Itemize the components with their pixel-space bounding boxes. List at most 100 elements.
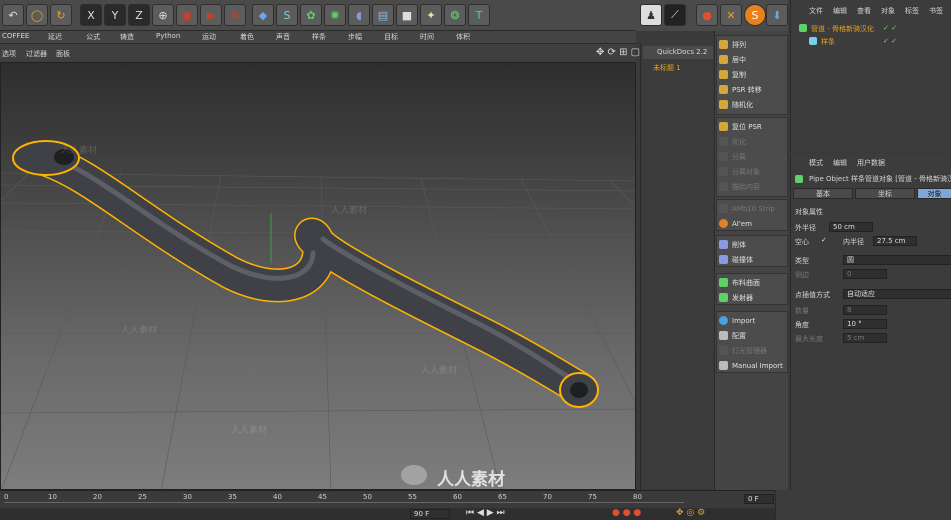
maxlen-field[interactable]: 5 cm: [843, 333, 887, 343]
spline-icon[interactable]: S: [276, 4, 298, 26]
plugin-button[interactable]: 居中: [719, 53, 789, 66]
menu-bookmarks[interactable]: 书签: [929, 6, 943, 16]
record-keys-icon[interactable]: ● ● ●: [612, 508, 641, 518]
menu-edit[interactable]: 编辑: [833, 6, 847, 16]
menu-shading[interactable]: 着色: [240, 32, 254, 42]
timeline-tick: 50: [363, 493, 372, 501]
plugin-button[interactable]: 分离对象: [719, 165, 789, 178]
menu-coffee[interactable]: COFFEE: [2, 32, 29, 40]
plugin-button[interactable]: 灯光管理器: [719, 344, 789, 357]
cube-icon[interactable]: ◆: [252, 4, 274, 26]
render-icon[interactable]: ▶: [200, 4, 222, 26]
manual-import-icon: [719, 361, 728, 370]
axis-y-button[interactable]: Y: [104, 4, 126, 26]
plugin-button[interactable]: 描绘内容: [719, 180, 789, 193]
tab-basic[interactable]: 基本: [793, 188, 853, 199]
render-view-icon[interactable]: ▣: [176, 4, 198, 26]
menu-object[interactable]: 对象: [881, 6, 895, 16]
frame-end-field[interactable]: 0 F: [744, 494, 774, 504]
pipe-object[interactable]: [25, 142, 595, 404]
plugin-button[interactable]: 复制: [719, 68, 789, 81]
avatar[interactable]: ♟: [640, 4, 662, 26]
keyframe-tools-icon[interactable]: ✥ ◎ ⚙: [676, 508, 705, 518]
subdivision-icon[interactable]: ✿: [300, 4, 322, 26]
angle-field[interactable]: 10 °: [843, 319, 887, 329]
menu-userdata[interactable]: 用户数据: [857, 158, 885, 168]
rotate-icon[interactable]: ↻: [50, 4, 72, 26]
count-field[interactable]: 8: [843, 305, 887, 315]
menu-sound[interactable]: 声音: [276, 32, 290, 42]
undo-icon[interactable]: ↶: [2, 4, 24, 26]
plugin-button[interactable]: Import: [719, 314, 789, 327]
layout-toolbar: ♟ ⟋ ● ✕ S ⬇: [636, 0, 788, 31]
visibility-check-icon[interactable]: ✓ ✓: [883, 24, 897, 32]
viewport-menu-options[interactable]: 选项: [2, 49, 16, 59]
plugin-button[interactable]: 随机化: [719, 98, 789, 111]
hollow-checkbox[interactable]: ✓: [821, 236, 827, 244]
plugin-button[interactable]: 布料曲面: [719, 276, 789, 289]
download-icon[interactable]: ⬇: [766, 4, 788, 26]
axis-z-button[interactable]: Z: [128, 4, 150, 26]
plugin-button[interactable]: 复位 PSR: [719, 120, 789, 133]
axis-x-button[interactable]: X: [80, 4, 102, 26]
render-settings-icon[interactable]: ⚙: [224, 4, 246, 26]
sketch-icon[interactable]: T: [468, 4, 490, 26]
deformer-icon[interactable]: ◖: [348, 4, 370, 26]
menu-cast[interactable]: 铸造: [120, 32, 134, 42]
menu-volume[interactable]: 体积: [456, 32, 470, 42]
plugin-button[interactable]: Manual Import: [719, 359, 789, 372]
type-dropdown[interactable]: 圆: [843, 255, 951, 265]
menu-tags[interactable]: 标签: [905, 6, 919, 16]
tab-coord[interactable]: 坐标: [855, 188, 915, 199]
visibility-check-icon[interactable]: ✓ ✓: [883, 37, 897, 45]
menu-time[interactable]: 时间: [420, 32, 434, 42]
plugin-button[interactable]: 削体: [719, 238, 789, 251]
gear-icon[interactable]: ❂: [444, 4, 466, 26]
plugin-button[interactable]: 配置: [719, 329, 789, 342]
plugin-button[interactable]: PSR 转移: [719, 83, 789, 96]
record-icon[interactable]: ●: [696, 4, 718, 26]
plugin-button[interactable]: 排列: [719, 38, 789, 51]
camera-icon[interactable]: ■: [396, 4, 418, 26]
timeline[interactable]: 0 10 20 25 30 35 40 45 50 55 60 65 70 75…: [0, 490, 775, 508]
plugin-button[interactable]: 优化: [719, 135, 789, 148]
menu-spline[interactable]: 样条: [312, 32, 326, 42]
array-icon[interactable]: ✺: [324, 4, 346, 26]
s-plugin-icon[interactable]: S: [744, 4, 766, 26]
menu-python[interactable]: Python: [156, 32, 180, 40]
cross-icon[interactable]: ✕: [720, 4, 742, 26]
sides-field[interactable]: 0: [843, 269, 887, 279]
menu-formula[interactable]: 公式: [86, 32, 100, 42]
frame-field[interactable]: 90 F: [410, 509, 450, 519]
viewport-menu-panel[interactable]: 面板: [56, 49, 70, 59]
menu-target[interactable]: 目标: [384, 32, 398, 42]
menu-delay[interactable]: 延迟: [48, 32, 62, 42]
plugin-button[interactable]: 碰撞体: [719, 253, 789, 266]
outer-radius-field[interactable]: 50 cm: [829, 222, 873, 232]
outer-radius-label: 外半径: [795, 224, 816, 232]
quickdocs-document[interactable]: 未标题 1: [653, 63, 681, 73]
viewport-nav-icons[interactable]: ✥ ⟳ ⊞ ▢: [596, 47, 640, 58]
live-select-icon[interactable]: ◯: [26, 4, 48, 26]
plugin-button[interactable]: 发射器: [719, 291, 789, 304]
list-item[interactable]: 管道 - 骨格新骑汉化: [795, 22, 895, 34]
interp-dropdown[interactable]: 自动适应: [843, 289, 951, 299]
plugin-button[interactable]: AI'em: [719, 217, 789, 230]
light-icon[interactable]: ✦: [420, 4, 442, 26]
menu-view[interactable]: 查看: [857, 6, 871, 16]
plugin-button[interactable]: 分离: [719, 150, 789, 163]
plugin-button[interactable]: AMb10 Strip: [719, 202, 789, 215]
menu-edit[interactable]: 编辑: [833, 158, 847, 168]
viewport-menu-filter[interactable]: 过滤器: [26, 49, 47, 59]
floor-icon[interactable]: ▤: [372, 4, 394, 26]
inner-radius-field[interactable]: 27.5 cm: [873, 236, 917, 246]
transport-controls-icon[interactable]: ⏮ ◀ ▶ ⏭: [466, 508, 505, 518]
menu-motion[interactable]: 运动: [202, 32, 216, 42]
menu-mode[interactable]: 模式: [809, 158, 823, 168]
coordinate-icon[interactable]: ⊕: [152, 4, 174, 26]
menu-file[interactable]: 文件: [809, 6, 823, 16]
viewport[interactable]: 人人素材 人人素材 人人素材 人人素材 人人素材 人人素材: [0, 62, 636, 490]
tab-object[interactable]: 对象: [917, 188, 951, 199]
brush-icon[interactable]: ⟋: [664, 4, 686, 26]
menu-stride[interactable]: 步幅: [348, 32, 362, 42]
